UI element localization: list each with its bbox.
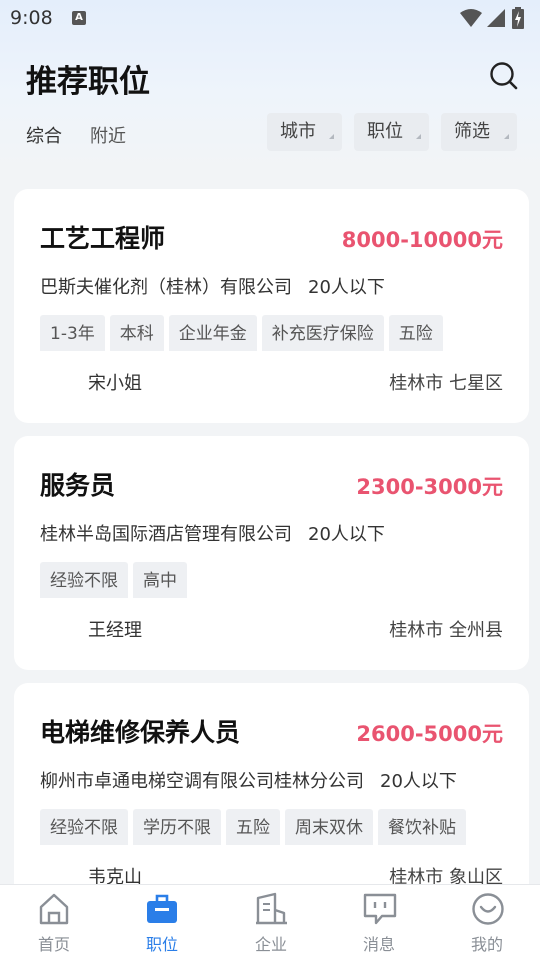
signal-icon	[487, 9, 505, 27]
job-card[interactable]: 工艺工程师 8000-10000元 巴斯夫催化剂（桂林）有限公司 20人以下 1-…	[14, 189, 529, 423]
status-icons	[460, 7, 530, 29]
job-title: 服务员	[40, 471, 116, 500]
job-card[interactable]: 电梯维修保养人员 2600-5000元 柳州市卓通电梯空调有限公司桂林分公司 20…	[14, 683, 529, 884]
caret-icon	[329, 134, 334, 139]
bottom-nav: 首页 职位 企业 消息 我的	[0, 884, 540, 960]
tag: 经验不限	[40, 809, 128, 845]
job-salary: 2600-5000元	[356, 722, 503, 746]
nav-home[interactable]: 首页	[14, 885, 94, 960]
nav-label: 消息	[362, 935, 395, 954]
tag: 本科	[109, 315, 164, 351]
contact-name: 宋小姐	[88, 373, 142, 394]
tag-list: 经验不限 学历不限 五险 周末双休 餐饮补贴	[40, 809, 471, 845]
contact-name: 王经理	[88, 620, 142, 641]
company-line: 柳州市卓通电梯空调有限公司桂林分公司 20人以下	[40, 767, 457, 793]
building-icon	[256, 892, 287, 925]
tag: 餐饮补贴	[378, 809, 466, 845]
job-list[interactable]: 工艺工程师 8000-10000元 巴斯夫催化剂（桂林）有限公司 20人以下 1-…	[0, 170, 540, 884]
job-location: 桂林市 七星区	[389, 373, 503, 394]
contact-name: 韦克山	[88, 867, 142, 884]
nav-label: 职位	[145, 935, 178, 954]
search-icon	[490, 62, 518, 90]
status-time: 9:08	[10, 7, 53, 29]
company-size: 20人以下	[380, 771, 457, 792]
profile-icon	[472, 893, 504, 925]
message-icon	[363, 893, 397, 925]
wifi-icon	[460, 9, 482, 27]
briefcase-icon	[147, 894, 177, 923]
tag: 企业年金	[168, 315, 257, 351]
tag-list: 1-3年 本科 企业年金 补充医疗保险 五险	[40, 315, 448, 351]
status-bar: 9:08 A	[0, 0, 540, 36]
home-icon	[39, 893, 69, 925]
tab-general[interactable]: 综合	[26, 122, 62, 148]
nav-messages[interactable]: 消息	[339, 885, 419, 960]
company-name: 巴斯夫催化剂（桂林）有限公司	[40, 277, 292, 298]
search-button[interactable]	[488, 60, 520, 92]
nav-jobs[interactable]: 职位	[122, 885, 202, 960]
tag: 周末双休	[285, 809, 373, 845]
nav-label: 首页	[37, 935, 70, 954]
nav-label: 我的	[470, 935, 503, 954]
filter-city[interactable]: 城市	[267, 113, 342, 151]
company-name: 桂林半岛国际酒店管理有限公司	[40, 524, 292, 545]
filter-screen-label: 筛选	[454, 121, 490, 142]
nav-label: 企业	[254, 935, 287, 954]
filter-screen[interactable]: 筛选	[441, 113, 517, 151]
company-line: 桂林半岛国际酒店管理有限公司 20人以下	[40, 520, 385, 546]
job-salary: 8000-10000元	[341, 228, 503, 252]
company-line: 巴斯夫催化剂（桂林）有限公司 20人以下	[40, 273, 385, 299]
company-size: 20人以下	[308, 277, 385, 298]
nav-companies[interactable]: 企业	[231, 885, 311, 960]
company-size: 20人以下	[308, 524, 385, 545]
tag: 经验不限	[40, 562, 128, 598]
tag: 五险	[388, 315, 443, 351]
notification-icon: A	[72, 11, 86, 25]
job-location: 桂林市 象山区	[389, 867, 503, 884]
filter-city-label: 城市	[280, 121, 316, 142]
job-location: 桂林市 全州县	[389, 620, 503, 641]
battery-icon	[512, 7, 524, 29]
tag-list: 经验不限 高中	[40, 562, 192, 598]
caret-icon	[416, 134, 421, 139]
job-title: 工艺工程师	[40, 224, 166, 253]
filter-position[interactable]: 职位	[354, 113, 429, 151]
nav-profile[interactable]: 我的	[447, 885, 527, 960]
caret-icon	[504, 134, 509, 139]
tag: 补充医疗保险	[261, 315, 384, 351]
tag: 1-3年	[40, 315, 105, 351]
job-card[interactable]: 服务员 2300-3000元 桂林半岛国际酒店管理有限公司 20人以下 经验不限高…	[14, 436, 529, 670]
company-name: 柳州市卓通电梯空调有限公司桂林分公司	[40, 771, 364, 792]
tag: 学历不限	[133, 809, 221, 845]
tag: 高中	[133, 562, 187, 598]
filter-position-label: 职位	[367, 121, 403, 142]
page-title: 推荐职位	[26, 64, 150, 100]
job-salary: 2300-3000元	[356, 475, 503, 499]
job-title: 电梯维修保养人员	[40, 718, 241, 747]
tag: 五险	[226, 809, 280, 845]
tab-nearby[interactable]: 附近	[90, 122, 126, 148]
